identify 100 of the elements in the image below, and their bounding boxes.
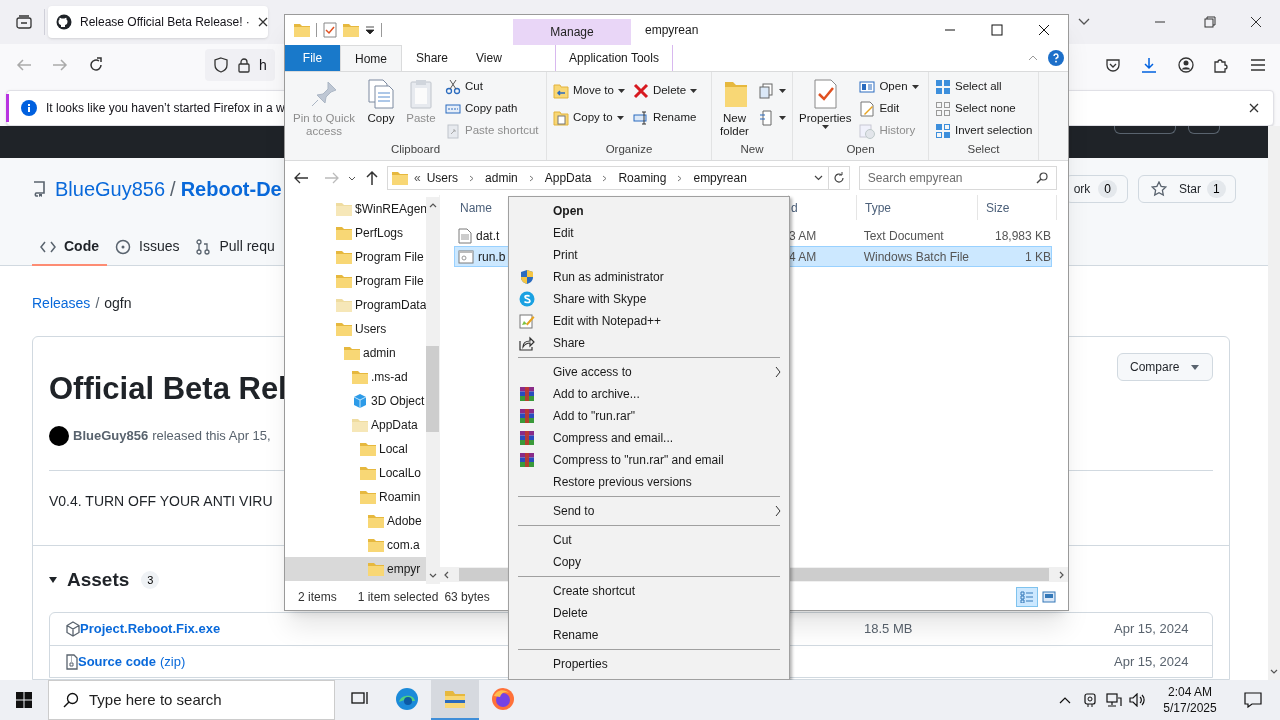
reload-icon[interactable] — [88, 57, 104, 73]
ribbon-button[interactable]: Open — [857, 76, 921, 97]
menu-item[interactable]: Edit — [509, 222, 789, 244]
path-segment[interactable]: AppData — [544, 169, 592, 187]
close-icon[interactable] — [257, 17, 268, 27]
clock[interactable]: 2:04 AM 5/17/2025 — [1155, 684, 1225, 716]
ribbon-button[interactable]: Copy — [363, 76, 399, 125]
releases-link[interactable]: Releases — [32, 292, 91, 314]
menu-item[interactable]: Properties — [509, 653, 789, 675]
refresh-button[interactable] — [829, 166, 850, 190]
release-author[interactable]: BlueGuy856 — [73, 426, 149, 446]
ribbon-button[interactable]: Select all — [933, 76, 1035, 97]
scroll-left-icon[interactable] — [444, 570, 449, 579]
menu-item[interactable]: Copy — [509, 551, 789, 573]
address-bar[interactable]: « Users admin AppData Roaming empyrean — [387, 166, 830, 190]
ribbon-tab[interactable]: Share — [402, 45, 463, 71]
star-button[interactable]: Star 1 — [1138, 175, 1236, 203]
tree-item[interactable]: ProgramData — [285, 293, 426, 317]
volume-icon[interactable] — [1129, 693, 1147, 707]
help-icon[interactable] — [1048, 50, 1064, 66]
close-icon[interactable] — [1250, 16, 1262, 28]
customize-icon[interactable] — [365, 25, 375, 35]
ribbon-button[interactable]: Cut — [443, 76, 541, 97]
extensions-icon[interactable] — [1213, 57, 1229, 73]
overflow-chevron[interactable]: « — [414, 169, 421, 187]
scroll-down-icon[interactable] — [428, 573, 437, 578]
header-button[interactable] — [1114, 126, 1176, 134]
repo-owner-link[interactable]: BlueGuy856 — [55, 174, 166, 204]
tree-item[interactable]: Adobe — [285, 509, 426, 533]
header-button[interactable] — [1188, 126, 1220, 134]
path-segment[interactable]: admin — [485, 169, 518, 187]
repo-tab[interactable]: Pull requ — [187, 233, 283, 266]
lock-icon[interactable] — [237, 57, 251, 73]
column-header[interactable]: Type — [857, 195, 978, 220]
browser-tab[interactable]: Release Official Beta Release! · — [48, 6, 268, 38]
menu-item[interactable]: Give access to — [509, 361, 789, 383]
scroll-down-icon[interactable] — [1270, 669, 1278, 674]
ribbon-button[interactable]: Invert selection — [933, 120, 1035, 141]
address-dropdown-icon[interactable] — [814, 175, 824, 181]
menu-item[interactable]: Open — [509, 200, 789, 222]
scroll-right-icon[interactable] — [1059, 570, 1064, 579]
tree-item[interactable]: AppData — [285, 413, 426, 437]
ribbon-button[interactable]: Copy path — [443, 98, 541, 119]
path-segment[interactable]: empyrean — [693, 169, 747, 187]
menu-item[interactable]: Share — [509, 332, 789, 354]
tree-item[interactable]: LocalLo — [285, 461, 426, 485]
menu-icon[interactable] — [1250, 58, 1266, 72]
ribbon-button[interactable] — [757, 80, 788, 101]
ribbon-button[interactable]: Edit — [857, 98, 921, 119]
search-icon[interactable] — [1036, 172, 1048, 184]
repo-name-link[interactable]: Reboot-De — [180, 174, 282, 204]
collapse-ribbon-icon[interactable] — [1028, 55, 1038, 61]
ribbon-tab[interactable]: Home — [340, 45, 402, 71]
path-segment[interactable]: Users — [426, 169, 459, 187]
ribbon-button[interactable]: New folder — [716, 76, 753, 138]
meet-icon[interactable] — [1083, 692, 1097, 708]
ribbon-button[interactable]: Delete — [630, 80, 700, 101]
menu-item[interactable]: Edit with Notepad++ — [509, 310, 789, 332]
close-icon[interactable] — [1038, 24, 1050, 36]
tray-overflow-icon[interactable] — [1059, 696, 1071, 704]
tree-item[interactable]: Program File — [285, 269, 426, 293]
menu-item[interactable]: Rename — [509, 624, 789, 646]
close-icon[interactable] — [1249, 103, 1259, 113]
ribbon-button[interactable]: Properties — [797, 76, 854, 129]
column-header[interactable]: Size — [978, 195, 1057, 220]
taskbar-app[interactable] — [431, 680, 479, 720]
back-icon[interactable] — [293, 171, 309, 185]
ribbon-tab[interactable]: File — [285, 45, 340, 71]
ribbon-tab[interactable]: Application Tools — [555, 45, 673, 71]
account-icon[interactable] — [1178, 57, 1194, 73]
search-input[interactable]: Type here to search — [89, 688, 334, 712]
properties-icon[interactable] — [323, 22, 337, 38]
menu-item[interactable]: Restore previous versions — [509, 471, 789, 493]
tree-item[interactable]: Users — [285, 317, 426, 341]
tree-item[interactable]: $WinREAgen — [285, 197, 426, 221]
tab-list-icon[interactable] — [16, 15, 32, 29]
up-icon[interactable] — [365, 170, 379, 186]
tree-item[interactable]: empyr — [285, 557, 426, 581]
compare-button[interactable]: Compare — [1117, 353, 1213, 381]
taskbar-search[interactable]: Type here to search — [48, 680, 335, 720]
tree-item[interactable]: .ms-ad — [285, 365, 426, 389]
menu-item[interactable]: Compress to "run.rar" and email — [509, 449, 789, 471]
details-view-button[interactable] — [1016, 587, 1038, 607]
ribbon-button[interactable]: Copy to — [551, 107, 627, 128]
menu-item[interactable]: Cut — [509, 529, 789, 551]
recent-locations-icon[interactable] — [348, 175, 356, 181]
tree-item[interactable]: PerfLogs — [285, 221, 426, 245]
tree-item[interactable]: Local — [285, 437, 426, 461]
menu-item[interactable]: Delete — [509, 602, 789, 624]
repo-tab[interactable]: Issues — [107, 233, 188, 266]
menu-item[interactable]: Print — [509, 244, 789, 266]
menu-item[interactable]: Send to — [509, 500, 789, 522]
menu-item[interactable]: Share with Skype — [509, 288, 789, 310]
menu-item[interactable]: Create shortcut — [509, 580, 789, 602]
asset-link[interactable]: Project.Reboot.Fix.exe — [80, 619, 221, 639]
menu-item[interactable]: Run as administrator — [509, 266, 789, 288]
network-icon[interactable] — [1106, 693, 1122, 707]
notifications-icon[interactable] — [1243, 692, 1262, 708]
download-icon[interactable] — [1141, 57, 1157, 73]
scrollbar-thumb[interactable] — [426, 346, 439, 432]
